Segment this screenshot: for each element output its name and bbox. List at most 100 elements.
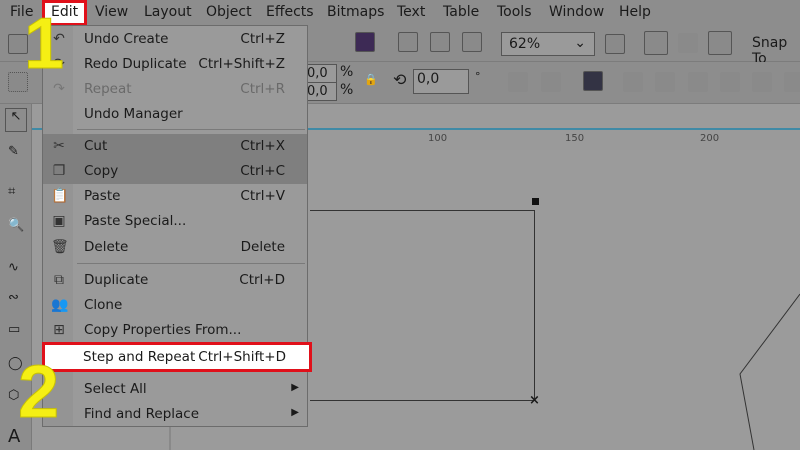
menu-item-cut[interactable]: ✂ Cut Ctrl+X [43, 134, 307, 159]
trash-icon: 🗑 [51, 239, 69, 255]
menu-window[interactable]: Window [549, 4, 604, 20]
copy-properties-icon: ⊞ [53, 322, 65, 338]
paste-special-icon: ▣ [52, 213, 66, 229]
item-label: Select All [84, 381, 147, 397]
menu-item-find-and-replace[interactable]: Find and Replace ▶ [43, 402, 307, 427]
selected-rectangle[interactable] [310, 210, 535, 401]
selection-handle[interactable] [532, 198, 539, 205]
item-label: Find and Replace [84, 406, 200, 422]
edit-menu-dropdown: ↶ Undo Create Ctrl+Z ↷ Redo Duplicate Ctrl+S… [42, 25, 312, 427]
menu-item-undo-create[interactable]: ↶ Undo Create Ctrl+Z [43, 27, 307, 52]
artistic-media-icon[interactable]: ∾ [8, 290, 19, 305]
export-icon[interactable] [430, 32, 450, 52]
back-minus-front-icon[interactable] [784, 72, 800, 92]
submenu-arrow-icon: ▶ [291, 382, 299, 393]
intersect-icon[interactable] [688, 72, 708, 92]
menu-table[interactable]: Table [443, 4, 479, 20]
scissors-icon: ✂ [53, 138, 65, 154]
copy-icon: ❐ [52, 163, 66, 179]
zoom-tool-icon[interactable]: 🔍 [8, 218, 24, 233]
menu-item-clone[interactable]: 👥 Clone [43, 293, 307, 318]
menu-item-copy[interactable]: ❐ Copy Ctrl+C [43, 159, 307, 184]
item-label: Delete [84, 239, 129, 255]
show-grid-icon[interactable] [678, 33, 698, 53]
menu-item-repeat: ↷ Repeat Ctrl+R [43, 77, 307, 102]
menu-tools[interactable]: Tools [497, 4, 532, 20]
corel-connect-icon[interactable] [355, 32, 375, 52]
menu-separator [77, 263, 305, 264]
menu-bitmaps[interactable]: Bitmaps [327, 4, 384, 20]
scale-width-field[interactable]: 0,0 [303, 64, 337, 83]
menu-effects[interactable]: Effects [266, 4, 314, 20]
step-2-annotation: 2 [17, 350, 60, 433]
rotate-icon: ⟲ [393, 70, 407, 89]
menu-item-undo-manager[interactable]: Undo Manager [43, 102, 307, 127]
menu-separator [77, 129, 305, 130]
menu-item-duplicate[interactable]: ⧉ Duplicate Ctrl+D [43, 268, 307, 293]
chevron-down-icon: ⌄ [574, 35, 586, 51]
menu-item-copy-properties[interactable]: ⊞ Copy Properties From... [43, 318, 307, 343]
item-shortcut: Ctrl+Shift+Z [198, 56, 285, 72]
show-guidelines-icon[interactable] [708, 31, 732, 55]
menu-item-delete[interactable]: 🗑 Delete Delete [43, 235, 307, 260]
mirror-vertical-icon[interactable] [541, 72, 561, 92]
simplify-icon[interactable] [720, 72, 740, 92]
menu-item-paste-special[interactable]: ▣ Paste Special... [43, 209, 307, 234]
menu-object[interactable]: Object [206, 4, 252, 20]
weld-icon[interactable] [623, 72, 643, 92]
item-label: Repeat [84, 81, 132, 97]
percent-label: % [340, 82, 354, 98]
menu-help[interactable]: Help [619, 4, 651, 20]
item-label: Paste [84, 188, 121, 204]
item-shortcut: Ctrl+X [240, 138, 285, 154]
item-label: Clone [84, 297, 123, 313]
trim-icon[interactable] [655, 72, 675, 92]
lock-ratio-icon[interactable]: 🔒 [364, 73, 378, 86]
full-screen-preview-icon[interactable] [605, 34, 625, 54]
menu-view[interactable]: View [95, 4, 128, 20]
item-label: Undo Create [84, 31, 169, 47]
rectangle-tool-icon[interactable]: ▭ [8, 322, 20, 337]
item-shortcut: Delete [240, 239, 285, 255]
item-label: Cut [84, 138, 108, 154]
menu-layout[interactable]: Layout [144, 4, 192, 20]
menu-text[interactable]: Text [397, 4, 425, 20]
percent-label: % [340, 64, 354, 80]
item-label: Copy Properties From... [84, 322, 242, 338]
item-shortcut: Ctrl+R [240, 81, 285, 97]
submenu-arrow-icon: ▶ [291, 407, 299, 418]
freehand-tool-icon[interactable]: ∿ [8, 260, 19, 275]
shape-tool-icon[interactable]: ✎ [8, 144, 19, 159]
duplicate-icon: ⧉ [54, 272, 64, 288]
item-label: Copy [84, 163, 119, 179]
step-1-annotation: 1 [23, 4, 65, 84]
publish-pdf-icon[interactable] [462, 32, 482, 52]
zoom-value: 62% [509, 36, 541, 52]
item-label: Duplicate [84, 272, 149, 288]
item-label: Undo Manager [84, 106, 183, 122]
menu-item-select-all[interactable]: Select All ▶ [43, 377, 307, 402]
item-shortcut: Ctrl+C [240, 163, 285, 179]
show-rulers-icon[interactable] [644, 31, 668, 55]
item-shortcut: Ctrl+Shift+D [198, 349, 286, 365]
combine-icon[interactable] [583, 71, 603, 91]
import-icon[interactable] [398, 32, 418, 52]
degree-label: ° [475, 70, 481, 83]
mirror-horizontal-icon[interactable] [508, 72, 528, 92]
paste-icon: 📋 [51, 188, 69, 204]
clone-icon: 👥 [51, 297, 69, 313]
zoom-level-select[interactable]: 62% ⌄ [501, 32, 595, 56]
scale-height-field[interactable]: 0,0 [303, 82, 337, 101]
menu-item-step-and-repeat[interactable]: Step and Repeat Ctrl+Shift+D [42, 342, 312, 372]
menu-item-redo-duplicate[interactable]: ↷ Redo Duplicate Ctrl+Shift+Z [43, 52, 307, 77]
item-shortcut: Ctrl+Z [240, 31, 285, 47]
item-label: Paste Special... [84, 213, 187, 229]
menu-item-paste[interactable]: 📋 Paste Ctrl+V [43, 184, 307, 209]
rotation-angle-field[interactable]: 0,0 [413, 69, 469, 94]
pick-tool-icon[interactable]: ↖ [5, 108, 27, 132]
front-minus-back-icon[interactable] [752, 72, 772, 92]
menu-bar: File Edit View Layout Object Effects Bit… [0, 0, 800, 26]
item-label: Step and Repeat [83, 349, 196, 365]
crop-tool-icon[interactable]: ⌗ [8, 184, 15, 199]
item-label: Redo Duplicate [84, 56, 187, 72]
